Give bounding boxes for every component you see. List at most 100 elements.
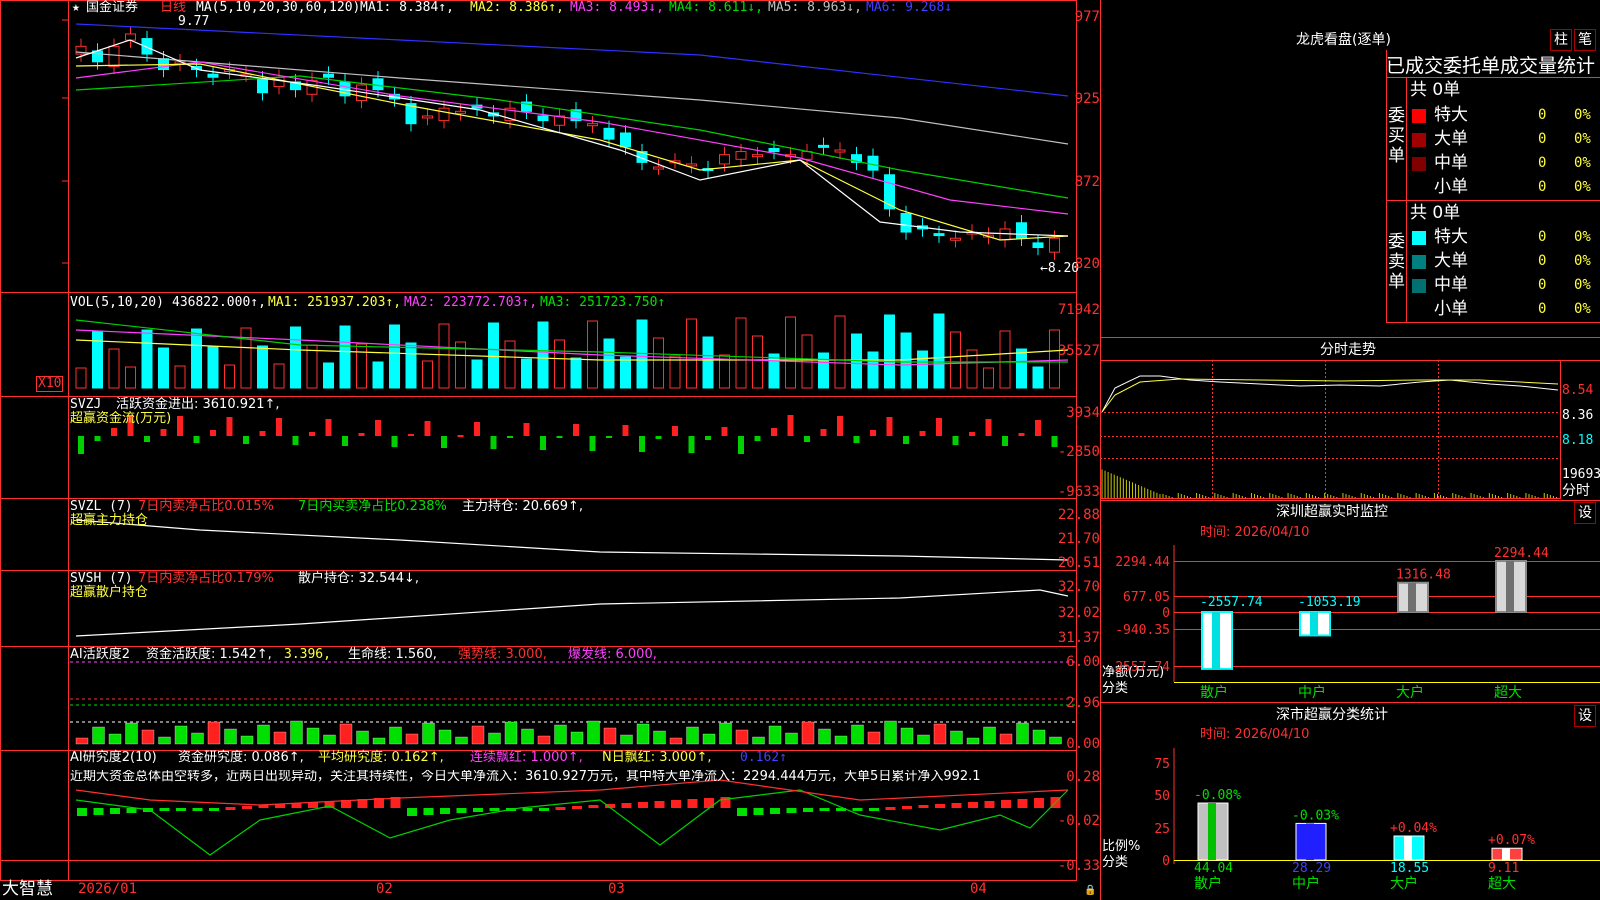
classify-y-tick: 75 (1154, 757, 1170, 772)
research-bar (407, 808, 417, 816)
volume-bar (867, 351, 879, 389)
fund-flow-bar (985, 419, 992, 436)
fund-flow-bar (540, 436, 546, 450)
y-tick: 0.28 (1066, 769, 1100, 785)
volume-bar (570, 357, 582, 389)
candle-body (752, 154, 763, 158)
brand-logo: 大智慧 (2, 879, 53, 899)
vol-ma2: MA2: 223772.703↑, (404, 295, 538, 310)
activity-bar (983, 726, 996, 745)
activity-bar (405, 733, 419, 745)
research-bar (803, 808, 813, 812)
fund-flow-bar (424, 421, 431, 436)
volume-bar (207, 346, 219, 389)
y-tick: 22.88 (1057, 507, 1100, 523)
activity-bar (290, 720, 303, 745)
fund-flow-bar (820, 429, 827, 436)
fund-flow-bar (969, 432, 975, 436)
svzl-label: SVZL (7) (70, 499, 133, 514)
activity-bar (273, 731, 287, 745)
kline-chart-area[interactable]: ★ 国金证券 日线 MA(5,10,20,30,60,120) MA1: 8.3… (0, 0, 1100, 900)
y-tick: 32.70 (1057, 579, 1100, 595)
volume-bar (306, 344, 318, 389)
candle-body (603, 127, 615, 140)
activity-bar (801, 721, 815, 745)
ai2-comment: 近期大资金总体由空转多，近两日出现异动，关注其持续性，今日大单净流入：3610.… (70, 770, 981, 784)
fund-flow-bar (1018, 433, 1025, 436)
candle-body (1016, 222, 1027, 239)
y-tick: 820 (1074, 256, 1100, 272)
activity-bar (966, 737, 980, 745)
research-bar (126, 808, 137, 813)
candle-body (455, 110, 466, 114)
vol-value: 436822.000↑, (172, 295, 266, 310)
volume-bar (174, 365, 186, 389)
y-tick: 20.51 (1057, 555, 1100, 571)
volume-bar (983, 367, 994, 389)
research-bar (819, 808, 830, 811)
fund-flow-bar (210, 430, 216, 436)
activity-bar (339, 723, 353, 745)
star-icon[interactable]: ★ (72, 1, 80, 15)
activity-bar (620, 734, 633, 745)
high-marker: 9.77 (178, 14, 210, 29)
research-bar (555, 807, 566, 810)
volume-bar (405, 342, 417, 389)
volume-bar (1049, 329, 1060, 389)
classify-category: 大户 (1390, 875, 1418, 892)
research-bar (737, 808, 747, 816)
research-bar (440, 808, 450, 814)
research-bar (192, 808, 203, 811)
activity-bar (719, 722, 732, 745)
activity-bar (141, 729, 155, 745)
volume-bar (339, 325, 351, 389)
fund-flow-bar (325, 419, 332, 436)
fund-flow-bar (919, 431, 926, 436)
volume-bar (537, 321, 549, 389)
candle-body (867, 155, 879, 171)
x-tick: 2026/01 (78, 881, 138, 897)
volume-bar (999, 330, 1011, 389)
svzl-v3: 主力持仓: 20.669↑, (462, 499, 584, 514)
ai1-v1: 资金活跃度: 1.542↑, (146, 647, 272, 662)
lock-icon[interactable]: 🔒 (1084, 884, 1096, 898)
period-label[interactable]: 日线 (160, 1, 186, 15)
volume-bar (372, 361, 384, 389)
candle-body (257, 78, 268, 94)
activity-bar (884, 720, 897, 745)
research-bar (159, 808, 170, 811)
fund-flow-bar (936, 418, 942, 436)
classify-y-tick: 0 (1162, 854, 1170, 869)
volume-bar (1032, 366, 1044, 389)
fund-flow-bar (490, 436, 497, 449)
ai2-v2: 平均研究度: 0.162↑, (318, 750, 444, 765)
volume-bar (554, 339, 565, 389)
candle-body (768, 147, 780, 153)
fund-flow-bar (952, 436, 959, 445)
research-bar (770, 808, 780, 814)
svsh-label: SVSH (7) (70, 571, 133, 586)
vol-ma3: MA3: 251723.750↑ (540, 295, 666, 310)
activity-bar (191, 732, 204, 745)
fund-flow-bar (259, 431, 266, 436)
svsh-sub: 超赢散户持仓 (70, 585, 149, 600)
activity-bar (752, 736, 765, 745)
activity-bar (917, 734, 930, 745)
svzl-v2: 7日内买卖净占比0.238% (298, 499, 447, 514)
candle-body (125, 33, 136, 41)
activity-bar (851, 724, 864, 745)
activity-bar (521, 728, 534, 745)
activity-bar (669, 737, 683, 745)
y-tick: 32.02 (1057, 605, 1100, 621)
y-tick: -0.02 (1057, 813, 1100, 829)
volume-bar (620, 356, 631, 389)
fund-flow-bar (78, 436, 84, 454)
candle-body (108, 45, 120, 67)
fund-flow-bar (358, 433, 365, 436)
classify-bar-stripe (1306, 823, 1314, 860)
ma3-line (75, 61, 1069, 215)
research-bar (885, 807, 896, 810)
y-tick: 872 (1074, 174, 1100, 190)
svsh-v1: 7日内卖净占比0.179% (138, 571, 274, 586)
candle-body (801, 151, 813, 160)
